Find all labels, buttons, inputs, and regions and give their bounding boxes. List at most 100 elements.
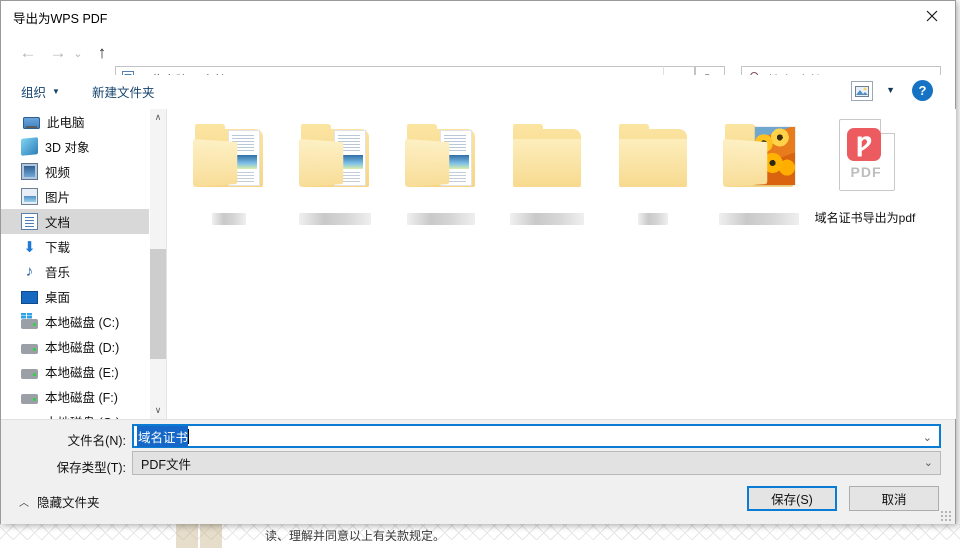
sidebar-item-label: 文档 [45, 212, 70, 231]
cancel-button[interactable]: 取消 [849, 486, 939, 511]
savetype-chevron-down-icon[interactable]: ⌄ [924, 456, 933, 469]
sidebar-item-label: 本地磁盘 (D:) [45, 337, 119, 356]
file-item[interactable] [703, 115, 815, 245]
file-item[interactable]: ǷPDF 域名证书导出为pdf [809, 115, 921, 245]
downloads-icon: ⬇ [21, 238, 38, 255]
dialog-content: 此电脑 3D 对象视频图片文档 ⬇下载 ♪ 音乐桌面本地磁盘 (C:) 本地磁盘 (D:)… [1, 109, 955, 419]
sidebar-item-6[interactable]: ♪ 音乐 [1, 259, 149, 284]
folder-icon [613, 115, 693, 207]
file-item[interactable] [173, 115, 285, 245]
savetype-select[interactable]: PDF文件 ⌄ [132, 451, 941, 475]
view-mode-icon[interactable] [851, 81, 873, 101]
scrollbar-thumb[interactable] [150, 249, 166, 359]
sidebar-item-4[interactable]: 文档 [1, 209, 149, 234]
music-icon: ♪ [21, 263, 38, 280]
sidebar-item-2[interactable]: 视频 [1, 159, 149, 184]
organize-button[interactable]: 组织 ▼ [16, 80, 65, 102]
redacted-filename [638, 213, 668, 225]
sidebar-item-label: 本地磁盘 (E:) [45, 362, 119, 381]
text-caret [188, 429, 189, 444]
desktop-icon [21, 291, 38, 304]
view-mode-chevron-down-icon[interactable]: ▼ [886, 85, 895, 95]
sidebar-item-9[interactable]: 本地磁盘 (D:) [1, 334, 149, 359]
system-drive-icon [21, 319, 38, 329]
redacted-filename [212, 213, 246, 225]
file-label [389, 211, 493, 226]
sidebar-item-label: 音乐 [45, 262, 70, 281]
sidebar-item-label: 3D 对象 [45, 137, 89, 156]
file-item[interactable] [597, 115, 709, 245]
hide-folders-label: 隐藏文件夹 [37, 492, 100, 511]
recent-locations-chevron-down-icon[interactable]: ⌄ [69, 39, 87, 69]
file-label [601, 211, 705, 226]
drive-icon [21, 369, 38, 379]
forward-icon[interactable]: → [45, 37, 71, 67]
close-icon[interactable] [909, 1, 955, 31]
command-bar: 组织 ▼ 新建文件夹 ▼ ? [1, 75, 955, 105]
file-label [177, 211, 281, 226]
sidebar-item-label: 此电脑 [47, 112, 85, 131]
save-button[interactable]: 保存(S) [747, 486, 837, 511]
file-item[interactable] [279, 115, 391, 245]
save-as-dialog: 导出为WPS PDF ← → ⌄ ↑ [0, 0, 956, 524]
chevron-down-icon: ▼ [52, 87, 60, 96]
sidebar-item-5[interactable]: ⬇下载 [1, 234, 149, 259]
back-icon[interactable]: ← [15, 37, 41, 67]
redacted-filename [719, 213, 799, 225]
sidebar-item-3[interactable]: 图片 [1, 184, 149, 209]
file-label [707, 211, 811, 226]
redacted-filename [510, 213, 584, 225]
pdf-file-icon: ǷPDF [825, 115, 905, 207]
filename-value: 域名证书 [137, 426, 188, 447]
sidebar-item-7[interactable]: 桌面 [1, 284, 149, 309]
new-folder-button[interactable]: 新建文件夹 [87, 80, 160, 102]
background-seal-left-2 [200, 524, 222, 548]
sidebar-item-label: 视频 [45, 162, 70, 181]
chevron-up-icon: ︿ [19, 494, 29, 509]
scroll-down-chevron-down-icon[interactable]: ∨ [150, 402, 166, 419]
file-label: 域名证书导出为pdf [813, 211, 917, 226]
file-item[interactable] [491, 115, 603, 245]
sidebar-item-8[interactable]: 本地磁盘 (C:) [1, 309, 149, 334]
filename-input[interactable]: 域名证书 ⌄ [132, 424, 941, 448]
background-document-text: 读、理解并同意以上有关款规定。 [265, 527, 685, 541]
sidebar-item-1[interactable]: 3D 对象 [1, 134, 149, 159]
sidebar-item-label: 图片 [45, 187, 70, 206]
redacted-filename [407, 213, 475, 225]
redacted-filename [299, 213, 371, 225]
sidebar-item-label: 本地磁盘 (C:) [45, 312, 119, 331]
background-seal-left [176, 524, 198, 548]
organize-label: 组织 [21, 82, 46, 101]
hide-folders-toggle[interactable]: ︿ 隐藏文件夹 [19, 492, 100, 511]
savetype-value: PDF文件 [141, 454, 191, 473]
save-form: 文件名(N): 域名证书 ⌄ 保存类型(T): PDF文件 ⌄ ︿ 隐藏文件夹 … [1, 419, 955, 524]
sidebar-item-11[interactable]: 本地磁盘 (F:) [1, 384, 149, 409]
sidebar-item-label: 本地磁盘 (G:) [45, 412, 120, 419]
this-pc-icon [23, 117, 40, 129]
savetype-label: 保存类型(T): [31, 457, 126, 476]
drive-icon [21, 344, 38, 354]
up-one-level-icon[interactable]: ↑ [89, 37, 115, 67]
file-label [495, 211, 599, 226]
file-item[interactable] [385, 115, 497, 245]
filename-label: 文件名(N): [31, 430, 126, 449]
file-list-pane[interactable]: ǷPDF 域名证书导出为pdf [166, 109, 956, 419]
dialog-title: 导出为WPS PDF [13, 8, 107, 27]
sidebar-item-12[interactable]: 本地磁盘 (G:) [1, 409, 149, 419]
sidebar-item-label: 桌面 [45, 287, 70, 306]
scroll-up-chevron-up-icon[interactable]: ∧ [150, 109, 166, 126]
navigation-pane-scrollbar[interactable]: ∧ ∨ [149, 109, 166, 419]
filename-chevron-down-icon[interactable]: ⌄ [923, 431, 932, 444]
folder-icon [719, 115, 799, 207]
pictures-icon [21, 188, 38, 205]
sidebar-item-0[interactable]: 此电脑 [1, 109, 149, 134]
help-button[interactable]: ? [912, 80, 933, 101]
navigation-pane: 此电脑 3D 对象视频图片文档 ⬇下载 ♪ 音乐桌面本地磁盘 (C:) 本地磁盘 (D:)… [1, 109, 149, 419]
folder-icon [295, 115, 375, 207]
folder-icon [401, 115, 481, 207]
resize-grip[interactable] [940, 510, 952, 522]
dialog-titlebar: 导出为WPS PDF [1, 1, 955, 31]
3d-objects-icon [21, 137, 38, 156]
sidebar-item-10[interactable]: 本地磁盘 (E:) [1, 359, 149, 384]
folder-icon [189, 115, 269, 207]
